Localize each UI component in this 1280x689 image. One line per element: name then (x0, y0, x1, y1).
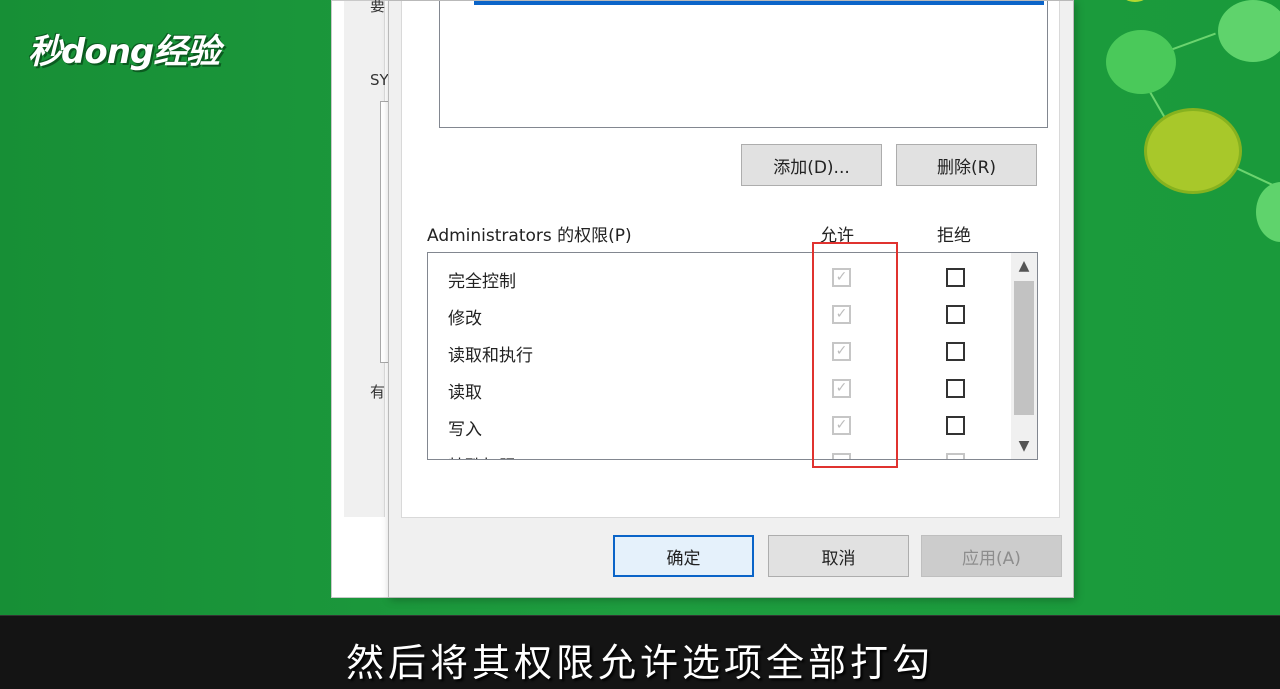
ok-button[interactable]: 确定 (613, 535, 754, 577)
background-dialog: 要 SY 有 (331, 0, 401, 598)
deny-checkbox[interactable] (946, 416, 965, 435)
permission-row: 读取和执行 ✓ (428, 332, 988, 369)
decor-bubble (1106, 30, 1176, 94)
scroll-up-icon[interactable]: ▲ (1011, 253, 1037, 279)
background-dialog-text: SY (370, 71, 389, 89)
cancel-button[interactable]: 取消 (768, 535, 909, 577)
deny-checkbox[interactable] (946, 305, 965, 324)
permission-row: 完全控制 ✓ (428, 258, 988, 295)
remove-button[interactable]: 删除(R) (896, 144, 1037, 186)
permission-row: 写入 ✓ (428, 406, 988, 443)
caption-text: 然后将其权限允许选项全部打勾 (345, 641, 934, 685)
group-user-list[interactable] (439, 1, 1048, 128)
selected-user-row[interactable] (474, 1, 1044, 5)
permissions-scrollbar[interactable]: ▲ ▼ (1011, 253, 1037, 459)
permission-name: 读取和执行 (448, 346, 533, 366)
scrollbar-thumb[interactable] (1014, 281, 1034, 415)
deny-column-header: 拒绝 (937, 226, 971, 246)
highlight-box (812, 242, 898, 468)
permission-row: 读取 ✓ (428, 369, 988, 406)
permission-name: 写入 (448, 420, 482, 440)
background-dialog-panel: 要 SY 有 (344, 0, 401, 517)
permission-row: 特殊权限 (428, 443, 988, 459)
pencil-bubble-icon (1144, 108, 1242, 194)
permission-name: 修改 (448, 309, 482, 329)
permission-name: 特殊权限 (448, 452, 516, 459)
decor-bubble (1218, 0, 1280, 62)
deny-checkbox[interactable] (946, 342, 965, 361)
add-button[interactable]: 添加(D)... (741, 144, 882, 186)
watermark-logo: 秒dong经验 (28, 32, 220, 72)
deny-checkbox[interactable] (946, 268, 965, 287)
deny-checkbox[interactable] (946, 379, 965, 398)
scroll-down-icon[interactable]: ▼ (1011, 433, 1037, 459)
permissions-dialog: 添加(D)... 删除(R) Administrators 的权限(P) 允许 … (388, 0, 1074, 598)
security-tab-panel: 添加(D)... 删除(R) Administrators 的权限(P) 允许 … (401, 1, 1060, 518)
apply-button[interactable]: 应用(A) (921, 535, 1062, 577)
decor-bubble (1120, 0, 1150, 2)
decor-bubble (1256, 182, 1280, 242)
permission-row: 修改 ✓ (428, 295, 988, 332)
permissions-list[interactable]: 完全控制 ✓ 修改 ✓ 读取和执行 ✓ 读取 ✓ 写入 ✓ ▲ ▼ (427, 252, 1038, 460)
permissions-label: Administrators 的权限(P) (427, 226, 632, 246)
background-dialog-text: 要 (370, 0, 386, 15)
background-dialog-text: 有 (370, 383, 386, 401)
deny-checkbox[interactable] (946, 453, 965, 459)
permission-name: 读取 (448, 383, 482, 403)
permission-name: 完全控制 (448, 272, 516, 292)
